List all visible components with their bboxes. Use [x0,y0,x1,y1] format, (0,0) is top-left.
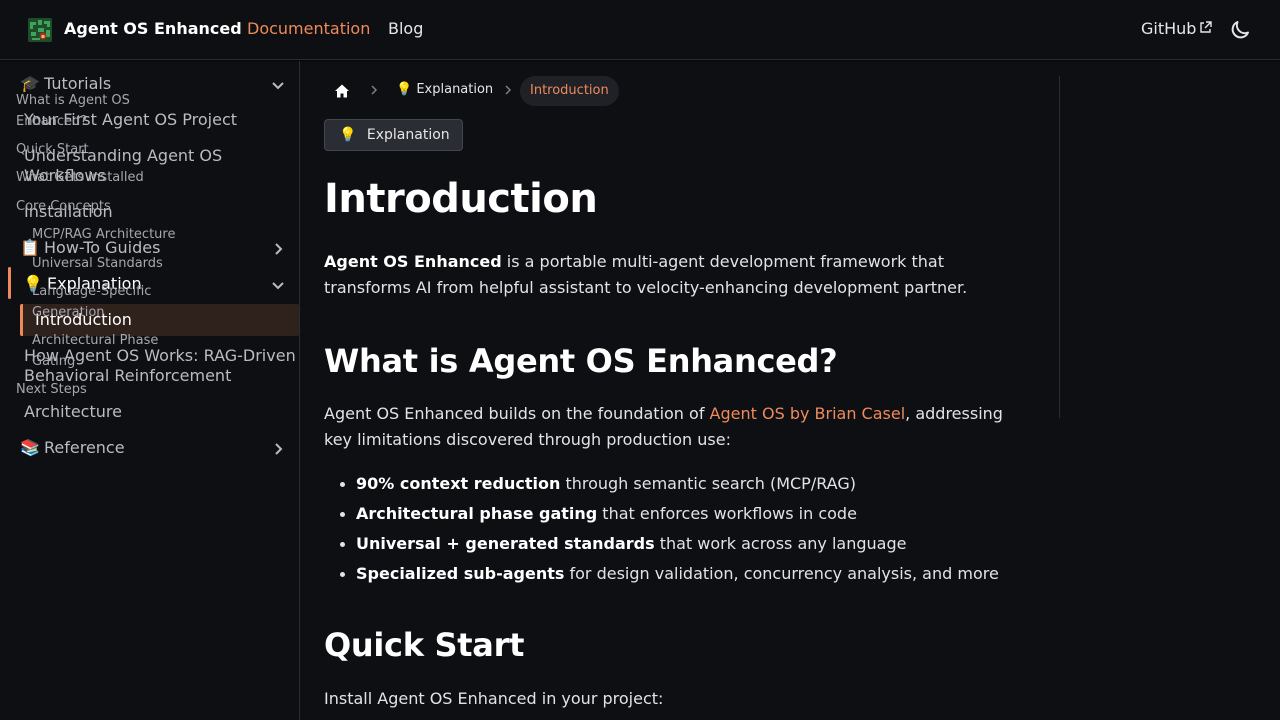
quick-start-paragraph: Install Agent OS Enhanced in your projec… [324,689,664,708]
list-item-text: that enforces workflows in code [597,504,857,523]
nav-documentation[interactable]: Documentation [247,19,370,38]
toc-item-next-steps[interactable]: Next Steps [16,380,186,401]
doc-type-tag[interactable]: 💡 Explanation [324,119,463,151]
books-icon: 📚 [20,438,40,457]
toc-item-phase-gating[interactable]: Architectural Phase Gating [32,331,187,372]
table-of-contents [1059,76,1259,418]
chevron-right-icon [371,85,378,95]
intro-paragraph: Agent OS Enhanced is a portable multi-ag… [324,249,1014,301]
external-link-icon [1200,21,1212,33]
chevron-down-icon[interactable] [269,276,287,294]
list-item-text: that work across any language [654,534,907,553]
breadcrumb-current: Introduction [520,76,619,106]
heading-what-is: What is Agent OS Enhanced? [324,342,838,380]
list-item-bold: Architectural phase gating [356,504,598,523]
list-item-bold: 90% context reduction [356,474,561,493]
list-item-text: for design validation, concurrency analy… [564,564,999,583]
sidebar-category-reference[interactable]: 📚 Reference [8,438,299,460]
toc-item-what-is[interactable]: What is Agent OS Enhanced? [16,91,186,132]
home-icon[interactable] [334,83,350,99]
doc-type-tag-label: Explanation [366,127,450,143]
chevron-down-icon[interactable] [269,76,287,94]
heading-quick-start: Quick Start [324,626,525,664]
toc-item-quick-start[interactable]: Quick Start [16,140,186,161]
bullet-dot [340,482,345,487]
breadcrumb-explanation-label: Explanation [416,82,494,97]
nav-github[interactable]: GitHub [1141,19,1196,38]
sidebar-category-label: Reference [44,438,125,457]
navbar: Agent OS Enhanced Documentation Blog Git… [0,0,1280,60]
intro-bold: Agent OS Enhanced [324,252,502,271]
what-paragraph: Agent OS Enhanced builds on the foundati… [324,401,1014,453]
list-item-bold: Specialized sub-agents [356,564,565,583]
brand-logo-icon[interactable] [28,18,52,42]
breadcrumb: 💡 Explanation Introduction [324,76,724,106]
toc-item-core-concepts[interactable]: Core Concepts [16,197,186,218]
list-item-bold: Universal + generated standards [356,534,655,553]
bullet-dot [340,572,345,577]
toc-item-mcp-rag[interactable]: MCP/RAG Architecture [32,225,187,246]
lightbulb-icon: 💡 [396,82,413,97]
lightbulb-icon: 💡 [339,127,357,143]
page-title: Introduction [324,176,598,222]
toc-item-what-gets-installed[interactable]: What Gets Installed [16,168,186,189]
chevron-right-icon[interactable] [269,240,287,258]
breadcrumb-explanation[interactable]: 💡 Explanation [396,82,493,97]
brand-title[interactable]: Agent OS Enhanced [64,19,242,38]
dark-mode-toggle-icon[interactable] [1228,18,1252,42]
bullet-dot [340,542,345,547]
chevron-right-icon [505,85,512,95]
sidebar-item-architecture[interactable]: Architecture [24,402,299,422]
bullet-dot [340,512,345,517]
chevron-right-icon[interactable] [269,440,287,458]
toc-item-universal-standards[interactable]: Universal Standards [32,254,187,275]
list-item-text: through semantic search (MCP/RAG) [560,474,856,493]
agent-os-link[interactable]: Agent OS by Brian Casel [710,404,906,423]
nav-blog[interactable]: Blog [388,19,423,38]
toc-item-language-specific[interactable]: Language-Specific Generation [32,282,187,323]
what-text-pre: Agent OS Enhanced builds on the foundati… [324,404,710,423]
